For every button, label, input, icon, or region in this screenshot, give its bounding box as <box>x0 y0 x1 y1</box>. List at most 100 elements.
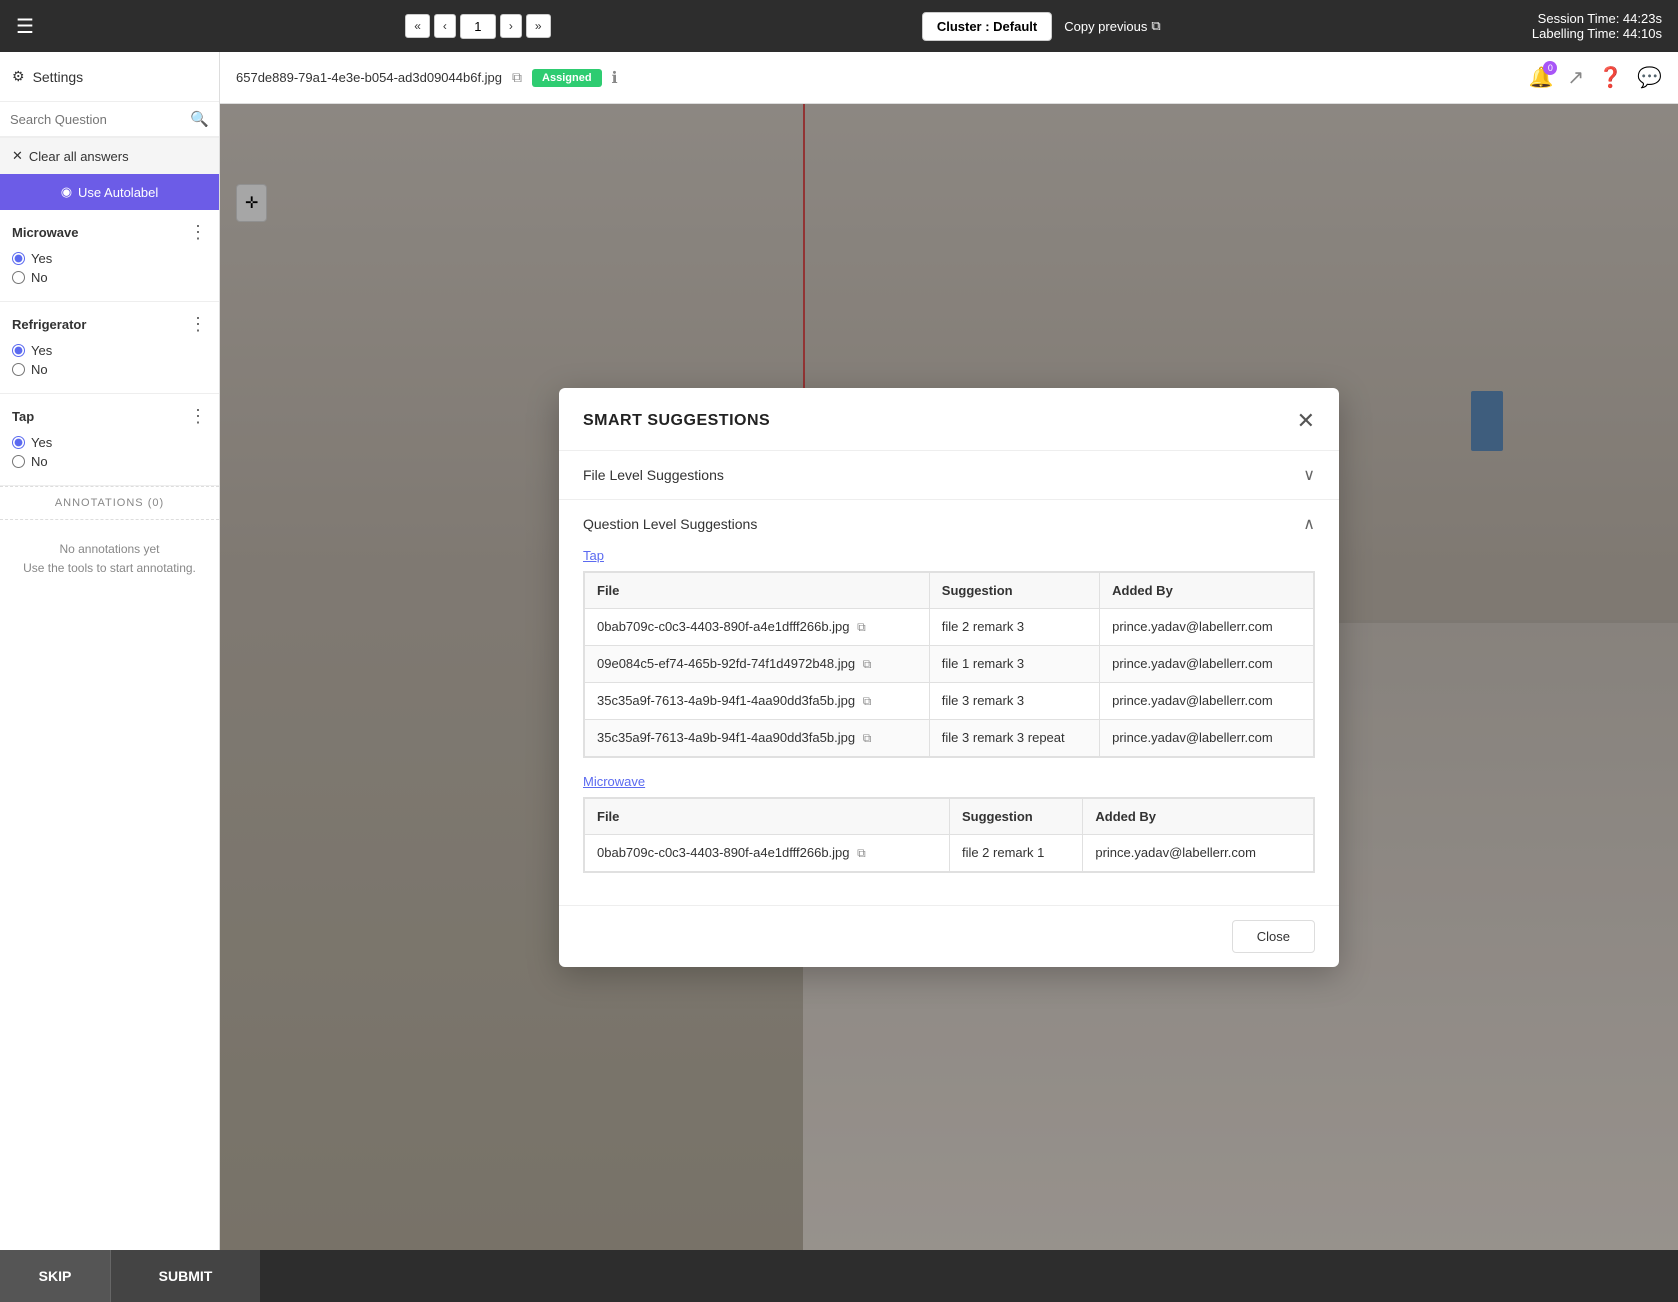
table-row: 35c35a9f-7613-4a9b-94f1-4aa90dd3fa5b.jpg… <box>585 682 1314 719</box>
copy-icon-1[interactable]: ⧉ <box>857 620 866 634</box>
table-row: 0bab709c-c0c3-4403-890f-a4e1dfff266b.jpg… <box>585 608 1314 645</box>
help-icon[interactable]: ❓ <box>1598 65 1623 90</box>
annotations-label: ANNOTATIONS (0) <box>0 486 219 520</box>
nav-last-btn[interactable]: » <box>526 14 551 38</box>
tap-table: File Suggestion Added By 0bab709c-c0c3-4… <box>584 572 1314 757</box>
nav-prev-btn[interactable]: ‹ <box>434 14 456 38</box>
bottom-bar: SKIP SUBMIT <box>0 1250 1678 1302</box>
image-area: ✛ SMART SUGGESTIONS ✕ File Level Suggest… <box>220 104 1678 1250</box>
tap-subsection-label[interactable]: Tap <box>583 548 1315 563</box>
nav-first-btn[interactable]: « <box>405 14 430 38</box>
question-section-microwave: Microwave ⋮ Yes No <box>0 210 219 302</box>
settings-icon: ⚙ <box>12 68 25 85</box>
close-icon: ✕ <box>12 148 23 164</box>
microwave-yes-option[interactable]: Yes <box>12 251 207 266</box>
file-header-icons: 🔔 0 ↗ ❓ 💬 <box>1529 65 1662 90</box>
submit-button[interactable]: SUBMIT <box>110 1250 260 1302</box>
table-row: 09e084c5-ef74-465b-92fd-74f1d4972b48.jpg… <box>585 645 1314 682</box>
copy-icon-2[interactable]: ⧉ <box>863 657 872 671</box>
tap-col-suggestion: Suggestion <box>929 572 1099 608</box>
copy-icon-mw1[interactable]: ⧉ <box>857 846 866 860</box>
menu-icon[interactable]: ☰ <box>16 14 34 39</box>
microwave-table-container[interactable]: File Suggestion Added By 0bab709c-c0c3-4… <box>583 797 1315 873</box>
tap-col-addedby: Added By <box>1100 572 1314 608</box>
question-level-chevron: ∧ <box>1303 514 1315 534</box>
question-level-content: Tap File Suggestion Added By <box>559 548 1339 905</box>
modal-title: SMART SUGGESTIONS <box>583 412 770 430</box>
question-microwave-menu[interactable]: ⋮ <box>189 222 207 243</box>
close-button[interactable]: Close <box>1232 920 1315 953</box>
copy-icon-3[interactable]: ⧉ <box>863 694 872 708</box>
file-level-chevron: ∨ <box>1303 465 1315 485</box>
question-section-refrigerator: Refrigerator ⋮ Yes No <box>0 302 219 394</box>
refrigerator-yes-option[interactable]: Yes <box>12 343 207 358</box>
mw-col-file: File <box>585 798 950 834</box>
tap-no-option[interactable]: No <box>12 454 207 469</box>
smart-suggestions-modal: SMART SUGGESTIONS ✕ File Level Suggestio… <box>559 388 1339 967</box>
table-row: 35c35a9f-7613-4a9b-94f1-4aa90dd3fa5b.jpg… <box>585 719 1314 756</box>
top-bar-center: « ‹ › » <box>405 14 550 39</box>
tap-row2-addedby: prince.yadav@labellerr.com <box>1100 645 1314 682</box>
tap-row4-suggestion: file 3 remark 3 repeat <box>929 719 1099 756</box>
question-level-section-header[interactable]: Question Level Suggestions ∧ <box>559 500 1339 548</box>
tap-row1-addedby: prince.yadav@labellerr.com <box>1100 608 1314 645</box>
search-icon: 🔍 <box>190 110 209 128</box>
file-header: 657de889-79a1-4e3e-b054-ad3d09044b6f.jpg… <box>220 52 1678 104</box>
tap-row1-suggestion: file 2 remark 3 <box>929 608 1099 645</box>
top-bar-left: ☰ <box>16 14 34 39</box>
autolabel-button[interactable]: ◉ Use Autolabel <box>0 174 219 210</box>
microwave-subsection-label[interactable]: Microwave <box>583 774 1315 789</box>
chat-icon[interactable]: 💬 <box>1637 65 1662 90</box>
top-bar: ☰ « ‹ › » Cluster : Default Copy previou… <box>0 0 1678 52</box>
notification-badge: 0 <box>1543 61 1557 75</box>
page-number-input[interactable] <box>460 14 496 39</box>
file-name: 657de889-79a1-4e3e-b054-ad3d09044b6f.jpg <box>236 70 502 85</box>
tap-table-container[interactable]: File Suggestion Added By 0bab709c-c0c3-4… <box>583 571 1315 758</box>
main-area: 657de889-79a1-4e3e-b054-ad3d09044b6f.jpg… <box>220 52 1678 1250</box>
autolabel-icon: ◉ <box>61 184 72 200</box>
tap-col-file: File <box>585 572 930 608</box>
tap-row3-addedby: prince.yadav@labellerr.com <box>1100 682 1314 719</box>
clear-all-button[interactable]: ✕ Clear all answers <box>0 137 219 174</box>
modal-close-button[interactable]: ✕ <box>1297 408 1315 434</box>
tap-row2-suggestion: file 1 remark 3 <box>929 645 1099 682</box>
tap-row3-suggestion: file 3 remark 3 <box>929 682 1099 719</box>
mw-col-addedby: Added By <box>1083 798 1314 834</box>
mw-row1-addedby: prince.yadav@labellerr.com <box>1083 834 1314 871</box>
question-level-label: Question Level Suggestions <box>583 516 757 532</box>
question-refrigerator-menu[interactable]: ⋮ <box>189 314 207 335</box>
tap-row1-file: 0bab709c-c0c3-4403-890f-a4e1dfff266b.jpg… <box>585 608 930 645</box>
file-level-section-header[interactable]: File Level Suggestions ∨ <box>559 451 1339 500</box>
mw-row1-suggestion: file 2 remark 1 <box>949 834 1082 871</box>
session-info: Session Time: 44:23s Labelling Time: 44:… <box>1532 11 1662 41</box>
cluster-button[interactable]: Cluster : Default <box>922 12 1052 41</box>
copy-icon-4[interactable]: ⧉ <box>863 731 872 745</box>
notification-icon[interactable]: 🔔 0 <box>1529 65 1554 90</box>
modal-header: SMART SUGGESTIONS ✕ <box>559 388 1339 451</box>
tap-yes-option[interactable]: Yes <box>12 435 207 450</box>
copy-previous-button[interactable]: Copy previous ⧉ <box>1064 18 1160 34</box>
microwave-no-option[interactable]: No <box>12 270 207 285</box>
assigned-badge: Assigned <box>532 69 602 87</box>
search-row: 🔍 <box>0 102 219 137</box>
microwave-table: File Suggestion Added By 0bab709c-c0c3-4… <box>584 798 1314 872</box>
copy-file-icon[interactable]: ⧉ <box>512 69 522 86</box>
modal-overlay: SMART SUGGESTIONS ✕ File Level Suggestio… <box>220 104 1678 1250</box>
file-level-label: File Level Suggestions <box>583 467 724 483</box>
tap-row3-file: 35c35a9f-7613-4a9b-94f1-4aa90dd3fa5b.jpg… <box>585 682 930 719</box>
refrigerator-no-option[interactable]: No <box>12 362 207 377</box>
modal-body: File Level Suggestions ∨ Question Level … <box>559 451 1339 905</box>
search-input[interactable] <box>10 112 190 127</box>
question-tap-menu[interactable]: ⋮ <box>189 406 207 427</box>
settings-row[interactable]: ⚙ Settings <box>0 52 219 102</box>
modal-footer: Close <box>559 905 1339 967</box>
share-icon[interactable]: ↗ <box>1567 65 1584 90</box>
mw-row1-file: 0bab709c-c0c3-4403-890f-a4e1dfff266b.jpg… <box>585 834 950 871</box>
info-icon[interactable]: ℹ <box>612 68 618 88</box>
no-annotations: No annotations yet Use the tools to star… <box>0 520 219 598</box>
skip-button[interactable]: SKIP <box>0 1250 110 1302</box>
tap-row2-file: 09e084c5-ef74-465b-92fd-74f1d4972b48.jpg… <box>585 645 930 682</box>
copy-icon: ⧉ <box>1151 18 1160 34</box>
nav-next-btn[interactable]: › <box>500 14 522 38</box>
sidebar: ⚙ Settings 🔍 ✕ Clear all answers ◉ Use A… <box>0 52 220 1250</box>
